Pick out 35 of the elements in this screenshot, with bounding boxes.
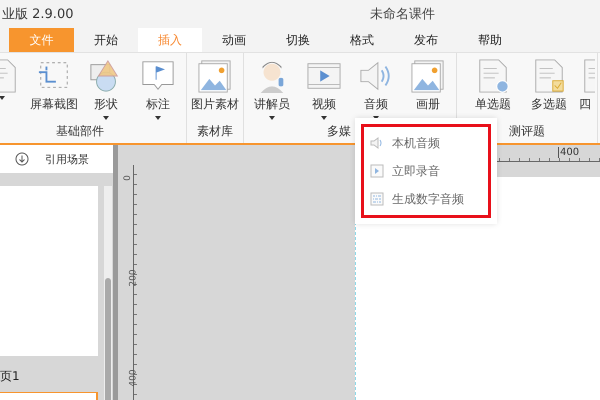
ruler-label: 0 xyxy=(122,175,133,181)
download-icon[interactable] xyxy=(15,152,29,166)
binary-icon xyxy=(370,192,384,206)
scrollbar[interactable] xyxy=(104,186,112,400)
ribbon-tab[interactable]: 格式 xyxy=(330,28,394,52)
app-edition: 业版 2.9.00 xyxy=(2,6,74,23)
ribbon-button[interactable]: 屏幕截图 xyxy=(28,53,80,121)
window-title: 未命名课件 xyxy=(370,6,435,23)
ribbon-button[interactable]: 讲解员 xyxy=(246,53,298,121)
ribbon-tab[interactable]: 切换 xyxy=(266,28,330,52)
speaker-icon xyxy=(370,136,384,150)
menu-item[interactable]: 本机音频 xyxy=(364,129,488,157)
ribbon-tab[interactable]: 动画 xyxy=(202,28,266,52)
play-icon xyxy=(370,164,384,178)
menu-item[interactable]: 生成数字音频 xyxy=(364,185,488,213)
ruler-label: 400 xyxy=(558,147,580,158)
ribbon-button[interactable]: 四 xyxy=(577,53,595,121)
group-label: 测评题 xyxy=(509,123,545,140)
ribbon-button[interactable]: 形状 xyxy=(80,53,132,121)
ruler-label: 200 xyxy=(128,269,139,287)
ribbon-tab[interactable]: 发布 xyxy=(394,28,458,52)
group-label: 素材库 xyxy=(197,123,233,140)
ribbon-button[interactable]: 单选题 xyxy=(465,53,521,121)
ribbon-button[interactable]: 标注 xyxy=(132,53,184,121)
ribbon-button[interactable]: 图片素材 xyxy=(189,53,241,121)
menu-item[interactable]: 立即录音 xyxy=(364,157,488,185)
ribbon-button[interactable]: 视频 xyxy=(298,53,350,121)
ribbon-tab[interactable]: 开始 xyxy=(74,28,138,52)
ruler-label: 400 xyxy=(128,369,139,387)
ribbon-button[interactable]: 多选题 xyxy=(521,53,577,121)
slide-label: 页1 xyxy=(0,368,21,385)
slide-thumbnail[interactable] xyxy=(0,186,98,356)
group-label: 多媒 xyxy=(327,123,351,140)
ribbon-tab[interactable]: 帮助 xyxy=(458,28,522,52)
group-label: 基础部件 xyxy=(56,123,104,140)
